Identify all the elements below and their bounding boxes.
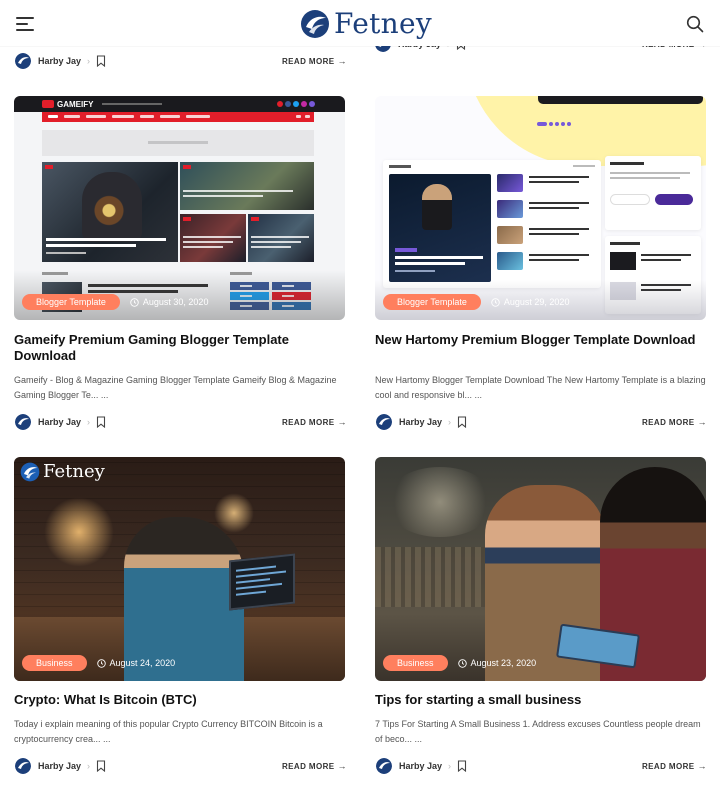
- read-more-link[interactable]: READ MORE→: [282, 756, 347, 776]
- bookmark-icon[interactable]: [96, 55, 106, 67]
- watermark-logo: Fetney: [20, 461, 105, 482]
- post-excerpt: Today i explain meaning of this popular …: [14, 719, 323, 744]
- site-header: Fetney: [0, 0, 720, 46]
- site-logo[interactable]: Fetney: [300, 7, 432, 41]
- post-thumbnail[interactable]: Blogger Template August 29, 2020: [375, 96, 706, 320]
- crypto-photo: Fetney: [14, 457, 345, 681]
- clock-icon: [491, 297, 500, 307]
- clock-icon: [130, 297, 139, 307]
- post-thumbnail[interactable]: Fetney Business August 24, 2020: [14, 457, 345, 681]
- post-date: August 24, 2020: [96, 658, 175, 668]
- arrow-right-icon: →: [337, 56, 347, 66]
- gameify-template-preview: GAMEIFY: [14, 96, 345, 320]
- read-more-link[interactable]: READ MORE→: [642, 756, 707, 776]
- hamburger-menu-icon[interactable]: [16, 17, 34, 31]
- business-photo: [375, 457, 706, 681]
- post-title[interactable]: Gameify Premium Gaming Blogger Template …: [14, 332, 345, 364]
- search-icon[interactable]: [686, 15, 704, 33]
- read-more-link[interactable]: READ MORE→: [642, 412, 707, 432]
- post-thumbnail[interactable]: GAMEIFY Blogger Template August 30, 2020: [14, 96, 345, 320]
- site-logo-text: Fetney: [334, 7, 432, 40]
- bookmark-icon[interactable]: [96, 416, 106, 428]
- post-date: August 29, 2020: [491, 297, 569, 307]
- author-name[interactable]: Harby Jay: [38, 56, 81, 66]
- author-name[interactable]: Harby Jay: [38, 761, 81, 771]
- post-meta: Harby Jay ›: [15, 756, 106, 776]
- category-badge[interactable]: Blogger Template: [22, 294, 120, 310]
- arrow-right-icon: →: [337, 417, 347, 427]
- author-avatar[interactable]: [15, 758, 31, 774]
- post-title[interactable]: New Hartomy Premium Blogger Template Dow…: [375, 332, 706, 348]
- author-name[interactable]: Harby Jay: [399, 417, 442, 427]
- author-name[interactable]: Harby Jay: [38, 417, 81, 427]
- read-more-link[interactable]: READ MORE→: [282, 412, 347, 432]
- arrow-right-icon: →: [697, 761, 707, 771]
- fetney-logo-icon: [301, 10, 329, 38]
- read-more-link[interactable]: READ MORE→: [282, 51, 347, 71]
- post-title[interactable]: Crypto: What Is Bitcoin (BTC): [14, 692, 345, 708]
- author-name[interactable]: Harby Jay: [399, 761, 442, 771]
- post-thumbnail[interactable]: Business August 23, 2020: [375, 457, 706, 681]
- post-date: August 30, 2020: [130, 297, 208, 307]
- hartomy-template-preview: [375, 96, 706, 320]
- category-badge[interactable]: Blogger Template: [383, 294, 481, 310]
- arrow-right-icon: →: [697, 417, 707, 427]
- author-avatar[interactable]: [15, 414, 31, 430]
- post-date: August 23, 2020: [457, 658, 536, 668]
- bookmark-icon[interactable]: [96, 760, 106, 772]
- fetney-logo-icon: [20, 462, 40, 481]
- post-excerpt: New Hartomy Blogger Template Download Th…: [375, 375, 706, 400]
- watermark-logo-text: Fetney: [43, 461, 105, 482]
- author-avatar[interactable]: [15, 53, 31, 69]
- post-excerpt: Gameify - Blog & Magazine Gaming Blogger…: [14, 375, 337, 400]
- category-badge[interactable]: Business: [383, 655, 448, 671]
- bookmark-icon[interactable]: [457, 760, 467, 772]
- post-meta: Harby Jay ›: [376, 412, 467, 432]
- post-meta: Harby Jay ›: [15, 412, 106, 432]
- arrow-right-icon: →: [337, 761, 347, 771]
- author-avatar[interactable]: [376, 758, 392, 774]
- post-title[interactable]: Tips for starting a small business: [375, 692, 706, 708]
- bookmark-icon[interactable]: [457, 416, 467, 428]
- post-meta: Harby Jay ›: [15, 51, 106, 71]
- category-badge[interactable]: Business: [22, 655, 87, 671]
- author-avatar[interactable]: [376, 414, 392, 430]
- post-excerpt: 7 Tips For Starting A Small Business 1. …: [375, 719, 701, 744]
- post-meta: Harby Jay ›: [376, 756, 467, 776]
- preview-brand: GAMEIFY: [57, 99, 94, 109]
- clock-icon: [96, 658, 106, 668]
- clock-icon: [457, 658, 467, 668]
